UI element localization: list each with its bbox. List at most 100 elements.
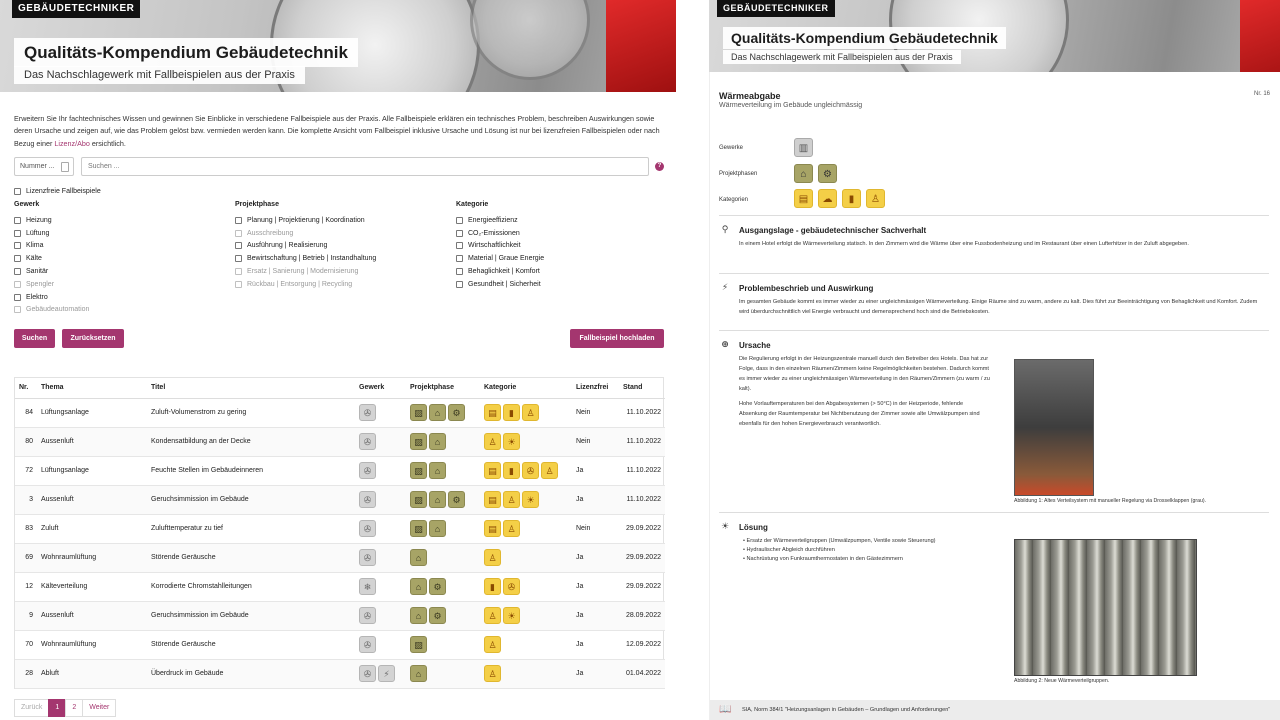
checkbox-label: Sanitär (26, 268, 49, 276)
filter-option[interactable]: Material | Graue Energie (456, 252, 544, 265)
filter-option[interactable]: CO₂-Emissionen (456, 227, 544, 240)
upload-button[interactable]: Fallbeispiel hochladen (570, 329, 664, 348)
section-ausgangslage: ⚲ Ausgangslage - gebäudetechnischer Sachv… (719, 215, 1269, 249)
health-icon: ♙ (522, 404, 539, 421)
case-subtitle: Wärmeverteilung im Gebäude ungleichmässi… (719, 102, 863, 109)
section-text-2: Hohe Vorlauftemperaturen bei den Abgabes… (739, 401, 980, 427)
checkbox-box[interactable] (14, 187, 21, 195)
cell-stand: 28.09.2022 (619, 601, 665, 631)
plan-icon: ▨ (410, 636, 427, 653)
book-icon: 📖 (719, 704, 732, 715)
table-row[interactable]: 72 Lüftungsanlage Feuchte Stellen im Gebäu… (15, 456, 665, 486)
next-page-button[interactable]: Weiter (82, 699, 117, 717)
material-icon: ✇ (522, 462, 539, 479)
section-title: Ausgangslage - gebäudetechnischer Sachve… (739, 225, 927, 235)
checkbox-box[interactable] (456, 280, 463, 288)
number-input[interactable]: Nummer ... (14, 157, 74, 176)
results-table: Nr. Thema Titel Gewerk Projektphase Kategorie… (14, 377, 665, 689)
checkbox-box[interactable] (14, 242, 21, 250)
filter-heading: Gewerk (14, 201, 40, 208)
checkbox-box[interactable] (14, 216, 21, 224)
checkbox-box[interactable] (456, 255, 463, 263)
filter-option[interactable]: Heizung (14, 214, 89, 227)
checkbox-box[interactable] (235, 255, 242, 263)
filter-option[interactable]: Gesundheit | Sicherheit (456, 278, 544, 291)
checkbox-box[interactable] (14, 293, 21, 301)
detail-page: GEBÄUDETECHNIKER Qualitäts-Kompendium Ge… (709, 0, 1280, 720)
kategorien-label: Kategorien (719, 197, 749, 203)
search-input[interactable]: Suchen ... (81, 157, 649, 176)
table-row[interactable]: 84 Lüftungsanlage Zuluft-Volumenstrom zu g… (15, 398, 665, 428)
filter-option[interactable]: Planung | Projektierung | Koordination (235, 214, 376, 227)
checkbox-box[interactable] (235, 242, 242, 250)
cell-thema: Abluft (37, 659, 147, 689)
filter-option[interactable]: Lüftung (14, 227, 89, 240)
radiator-icon: ▥ (794, 138, 813, 157)
section-text: Im gesamten Gebäude kommt es immer wiede… (739, 299, 1258, 315)
table-row[interactable]: 83 Zuluft Zulufttemperatur zu tief ✇ ▨ ⌂ ▤ ♙ Nei… (15, 514, 665, 544)
plan-icon: ▨ (410, 520, 427, 537)
filter-option[interactable]: Behaglichkeit | Komfort (456, 265, 544, 278)
table-row[interactable]: 69 Wohnraumlüftung Störende Geräusche ✇ ⌂ ♙ Ja… (15, 543, 665, 573)
energy-icon: ▤ (794, 189, 813, 208)
cell-titel: Geruchsimmission im Gebäude (147, 485, 355, 515)
checkbox-label: Lüftung (26, 229, 50, 237)
help-icon[interactable]: ? (655, 162, 664, 171)
ops-icon: ⚙ (448, 491, 465, 508)
checkbox-box[interactable] (456, 229, 463, 237)
filter-option[interactable]: Elektro (14, 291, 89, 304)
table-row[interactable]: 12 Kälteverteilung Korrodierte Chromstahll… (15, 572, 665, 602)
health-icon: ♙ (503, 491, 520, 508)
filter-option[interactable]: Bewirtschaftung | Betrieb | Instandhaltu… (235, 252, 376, 265)
checkbox-label: Kälte (26, 255, 42, 263)
license-link[interactable]: Lizenz/Abo (54, 139, 90, 148)
checkbox-box[interactable] (456, 242, 463, 250)
cell-titel: Geruchsimmission im Gebäude (147, 601, 355, 631)
exec-icon: ⌂ (410, 549, 427, 566)
execution-icon: ⌂ (794, 164, 813, 183)
number-placeholder: Nummer ... (20, 163, 55, 170)
section-text: Die Regulierung erfolgt in der Heizungsz… (739, 356, 990, 392)
fan-icon: ✇ (359, 607, 376, 624)
filter-option[interactable]: Ausführung | Realisierung (235, 240, 376, 253)
lizenzfrei-checkbox[interactable]: Lizenzfreie Fallbeispiele (14, 185, 664, 198)
filter-option[interactable]: Wirtschaftlichkeit (456, 240, 544, 253)
table-row[interactable]: 70 Wohnraumlüftung Störende Geräusche ✇ ▨ ♙ Ja… (15, 630, 665, 660)
checkbox-box[interactable] (456, 268, 463, 276)
cell-thema: Aussenluft (37, 427, 147, 457)
checkbox-box[interactable] (235, 216, 242, 224)
search-button[interactable]: Suchen (14, 329, 55, 348)
page-1-button[interactable]: 1 (48, 699, 67, 717)
cell-thema: Lüftungsanlage (37, 398, 147, 428)
table-row[interactable]: 80 Aussenluft Kondensatbildung an der Deck… (15, 427, 665, 457)
filter-option[interactable]: Sanitär (14, 265, 89, 278)
filter-option[interactable]: Klima (14, 240, 89, 253)
filter-heading: Kategorie (456, 201, 489, 208)
filter-option[interactable]: Kälte (14, 252, 89, 265)
brand-logo[interactable]: GEBÄUDETECHNIKER (12, 0, 141, 18)
filter-option: Ausschreibung (235, 227, 376, 240)
checkbox-box[interactable] (14, 255, 21, 263)
checkbox-box[interactable] (456, 216, 463, 224)
tool-image (606, 0, 676, 92)
cell-thema: Aussenluft (37, 601, 147, 631)
brand-logo[interactable]: GEBÄUDETECHNIKER (717, 0, 835, 17)
table-row[interactable]: 3 Aussenluft Geruchsimmission im Gebäude ✇ ▨… (15, 485, 665, 515)
cell-titel: Störende Geräusche (147, 630, 355, 660)
checkbox-label: Gebäudeautomation (26, 306, 90, 314)
cell-lizenz: Ja (572, 572, 619, 602)
table-row[interactable]: 9 Aussenluft Geruchsimmission im Gebäude ✇ ⌂… (15, 601, 665, 631)
checkbox-box[interactable] (14, 229, 21, 237)
spinner-icon[interactable] (61, 162, 69, 172)
reset-button[interactable]: Zurücksetzen (62, 329, 124, 348)
fan-icon: ✇ (359, 404, 376, 421)
checkbox-box (235, 229, 242, 237)
prev-page-button[interactable]: Zurück (14, 699, 50, 717)
filter-option[interactable]: Energieeffizienz (456, 214, 544, 227)
cell-thema: Lüftungsanlage (37, 456, 147, 486)
checkbox-label: Elektro (26, 293, 48, 301)
checkbox-box[interactable] (14, 268, 21, 276)
table-row[interactable]: 28 Abluft Überdruck im Gebäude ✇ ⚡ ⌂ ♙ Ja 01.04.… (15, 659, 665, 689)
page-2-button[interactable]: 2 (65, 699, 84, 717)
cell-stand: 29.09.2022 (619, 572, 665, 602)
